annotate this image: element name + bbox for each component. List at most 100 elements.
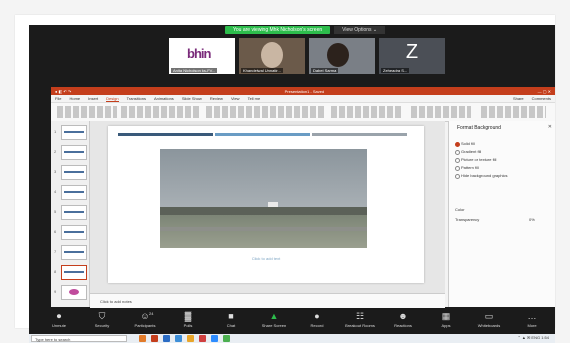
whiteboards-button[interactable]: ▭ Whiteboards: [469, 311, 509, 328]
slide-text-placeholder[interactable]: Click to add text: [108, 256, 424, 261]
control-label: Apps: [441, 323, 451, 328]
breakout-rooms-icon: ☷: [355, 311, 365, 321]
screen-share-banner: You are viewing Mhk Nicholson's screen V…: [225, 26, 386, 34]
participant-video: [261, 42, 283, 68]
tab-review[interactable]: Review: [210, 96, 223, 101]
fill-radio[interactable]: [455, 158, 460, 163]
tab-slide-show[interactable]: Slide Show: [182, 96, 202, 101]
chat-button[interactable]: ■ Chat: [211, 311, 251, 328]
slide-thumbnail[interactable]: [61, 165, 87, 180]
tab-tell-me[interactable]: Tell me: [248, 96, 261, 101]
zoom-control-bar: ⏺ Unmute ⛉ Security ☺ Participants 24 ▓ Polls ■ Ch…: [29, 309, 555, 334]
taskbar-search-input[interactable]: Type here to search: [31, 335, 127, 342]
slide-number: 8: [54, 269, 57, 274]
participants-button[interactable]: ☺ Participants 24: [125, 311, 165, 328]
header-stripe: [215, 133, 310, 136]
tab-home[interactable]: Home: [69, 96, 80, 101]
fill-option-label: Hide background graphics: [461, 173, 508, 178]
app-icon[interactable]: [163, 335, 170, 342]
drawing-group[interactable]: [331, 106, 401, 118]
current-slide[interactable]: Click to add text: [108, 126, 424, 283]
fill-option-label: Pattern fill: [461, 165, 479, 170]
clipboard-group[interactable]: [57, 106, 117, 118]
zoom-meeting-window: You are viewing Mhk Nicholson's screen V…: [29, 25, 555, 334]
window-controls[interactable]: — ▢ ✕: [538, 89, 551, 94]
participant-initial: Z: [405, 41, 419, 63]
close-icon[interactable]: ✕: [548, 124, 552, 130]
fill-radio[interactable]: [455, 142, 460, 147]
airport-photo[interactable]: [160, 149, 367, 248]
designer-group[interactable]: [481, 106, 546, 118]
chat-icon: ■: [228, 311, 234, 321]
participant-tile[interactable]: bhin Anita Nicholson ks-FV...: [169, 38, 235, 74]
share-button[interactable]: Share: [513, 96, 524, 101]
powerpoint-icon[interactable]: [151, 335, 158, 342]
ppt-title-bar: ● ◧ ↶ ↷ Presentation1 - Saved — ▢ ✕: [51, 87, 555, 95]
font-group[interactable]: [206, 106, 326, 118]
tab-animations[interactable]: Animations: [154, 96, 174, 101]
slide-thumbnail[interactable]: [61, 285, 87, 300]
color-label: Color: [455, 207, 465, 212]
record-button[interactable]: ● Record: [297, 311, 337, 328]
control-label: Unmute: [51, 323, 66, 328]
fill-radio[interactable]: [455, 166, 460, 171]
participant-tile[interactable]: Z Zeheadra S...: [379, 38, 445, 74]
screenshot-frame: You are viewing Mhk Nicholson's screen V…: [15, 15, 555, 343]
control-label: Share Screen: [261, 323, 287, 328]
security-button[interactable]: ⛉ Security: [82, 311, 122, 328]
control-label: Reactions: [394, 323, 412, 328]
ribbon-toolbar: [51, 103, 555, 122]
apps-button[interactable]: ▦ Apps: [426, 311, 466, 328]
fill-radio[interactable]: [455, 150, 460, 155]
view-options-button[interactable]: View Options ⌄: [334, 26, 386, 34]
slides-group[interactable]: [121, 106, 201, 118]
windows-taskbar: Type here to search ⌃ ▲ ✉ ENG 1:54: [29, 334, 555, 343]
tab-file[interactable]: File: [55, 96, 61, 101]
record-icon: ●: [314, 311, 320, 321]
shield-icon: ⛉: [98, 311, 106, 321]
app-icon[interactable]: [223, 335, 230, 342]
participant-name: Khandelwal Unnatir...: [241, 68, 283, 73]
slide-thumbnail[interactable]: [61, 245, 87, 260]
tab-insert[interactable]: Insert: [88, 96, 98, 101]
airplane-image: [268, 202, 278, 207]
tab-transitions[interactable]: Transitions: [127, 96, 146, 101]
system-tray: ⌃ ▲ ✉ ENG 1:54: [517, 335, 549, 340]
slide-thumbnail[interactable]: [61, 185, 87, 200]
share-screen-button[interactable]: ▲ Share Screen: [254, 311, 294, 328]
transparency-value[interactable]: 0%: [529, 217, 535, 222]
participant-video: [327, 43, 349, 67]
comments-button[interactable]: Comments: [532, 96, 551, 101]
participant-name: Anita Nicholson ks-FV...: [171, 68, 218, 73]
app-icon[interactable]: [139, 335, 146, 342]
slide-thumbnail-pane: 1 2 3 4 5 6 7 8 9: [51, 121, 90, 307]
reactions-button[interactable]: ☻ Reactions: [383, 311, 423, 328]
unmute-button[interactable]: ⏺ Unmute: [39, 311, 79, 328]
autosave-toggle[interactable]: ● ◧ ↶ ↷: [55, 89, 71, 94]
fill-radio[interactable]: [455, 174, 460, 179]
slide-number: 9: [54, 289, 57, 294]
notes-pane[interactable]: Click to add notes: [90, 293, 445, 308]
breakout-rooms-button[interactable]: ☷ Breakout Rooms: [340, 311, 380, 328]
participant-name: Dabei Sarma: [311, 68, 339, 73]
slide-thumbnail[interactable]: [61, 125, 87, 140]
control-label: Record: [310, 323, 324, 328]
slide-thumbnail[interactable]: [61, 145, 87, 160]
participant-strip: bhin Anita Nicholson ks-FV... Khandelwal…: [169, 38, 445, 74]
app-icon[interactable]: [175, 335, 182, 342]
tab-view[interactable]: View: [231, 96, 240, 101]
polls-button[interactable]: ▓ Polls: [168, 311, 208, 328]
participant-tile[interactable]: Khandelwal Unnatir...: [239, 38, 305, 74]
editing-group[interactable]: [411, 106, 471, 118]
folder-icon[interactable]: [187, 335, 194, 342]
slide-thumbnail[interactable]: [61, 265, 87, 280]
chrome-icon[interactable]: [199, 335, 206, 342]
more-button[interactable]: … More: [512, 311, 552, 328]
slide-thumbnail[interactable]: [61, 225, 87, 240]
fill-option-label: Gradient fill: [461, 149, 482, 154]
tab-design[interactable]: Design: [106, 96, 119, 102]
participant-tile[interactable]: Dabei Sarma: [309, 38, 375, 74]
slide-thumbnail[interactable]: [61, 205, 87, 220]
format-background-pane: Format Background ✕ Solid fill Gradient f…: [448, 121, 555, 307]
zoom-icon[interactable]: [211, 335, 218, 342]
